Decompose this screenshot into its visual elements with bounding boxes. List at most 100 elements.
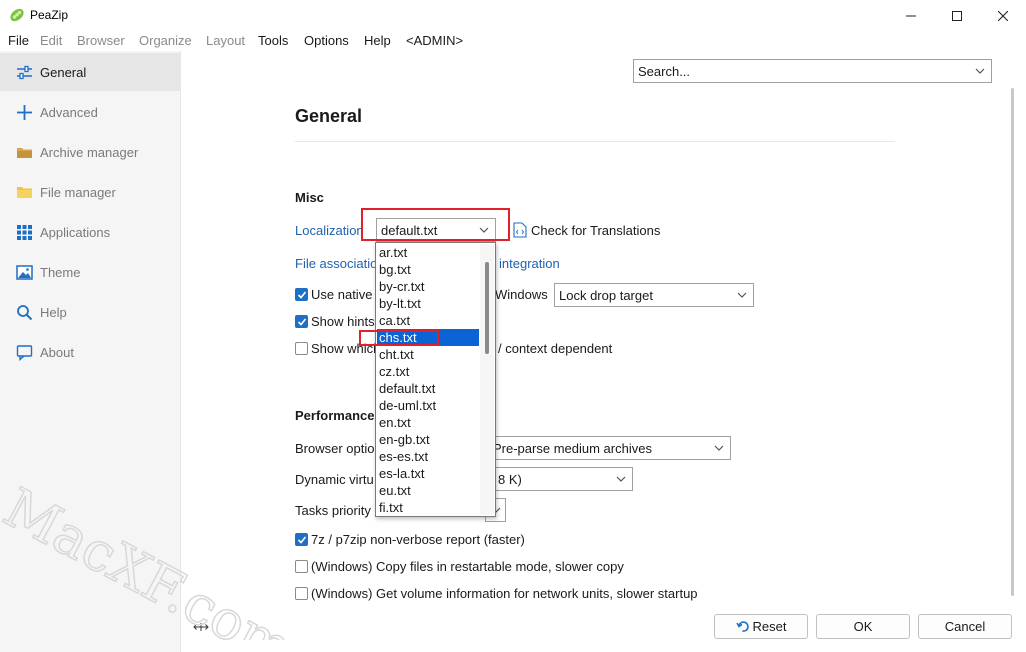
search-icon: [17, 305, 33, 321]
chevron-down-icon: [714, 445, 724, 451]
drop-target-value: Lock drop target: [559, 288, 653, 303]
minimize-icon: [906, 15, 916, 16]
list-item[interactable]: by-cr.txt: [377, 278, 479, 295]
file-associations-link[interactable]: File associatio: [295, 256, 377, 271]
checkmark-icon: [297, 318, 307, 326]
dynamic-virtual-select[interactable]: 8 K): [485, 467, 633, 491]
show-which-checkbox[interactable]: [295, 342, 308, 355]
sidebar-item-label: General: [40, 65, 87, 80]
list-item[interactable]: cz.txt: [377, 363, 479, 380]
list-item[interactable]: ar.txt: [377, 244, 479, 261]
ok-button[interactable]: OK: [816, 614, 910, 639]
show-hints-checkbox[interactable]: [295, 315, 308, 328]
plus-icon: [17, 105, 32, 120]
sidebar-item-label: Applications: [40, 225, 111, 240]
menu-edit[interactable]: Edit: [40, 33, 62, 48]
list-item[interactable]: cht.txt: [377, 346, 479, 363]
page-title: General: [295, 106, 363, 126]
section-performances: Performances: [295, 408, 382, 423]
dropdown-scrollbar[interactable]: [480, 244, 494, 515]
sidebar-item-theme[interactable]: Theme: [0, 253, 181, 291]
drop-target-select[interactable]: Lock drop target: [554, 283, 754, 307]
list-item[interactable]: en-gb.txt: [377, 431, 479, 448]
menu-tools[interactable]: Tools: [258, 33, 288, 48]
check-translations-link[interactable]: Check for Translations: [531, 223, 660, 238]
list-item[interactable]: bg.txt: [377, 261, 479, 278]
chevron-down-icon: [975, 68, 985, 74]
sidebar-item-general[interactable]: General: [0, 53, 181, 91]
grid-icon: [17, 225, 32, 240]
use-native-label: Use native: [311, 287, 373, 302]
close-button[interactable]: [980, 0, 1026, 31]
sidebar-item-label: Archive manager: [40, 145, 139, 160]
sidebar-item-about[interactable]: About: [0, 333, 181, 371]
watermark-text: MacXF.com: [0, 476, 303, 640]
highlight-box-item: [359, 330, 439, 346]
scrollbar-thumb[interactable]: [1011, 88, 1014, 596]
image-icon: [16, 265, 33, 280]
divider: [295, 141, 895, 142]
browser-options-select[interactable]: Pre-parse medium archives: [485, 436, 731, 460]
restartable-label: (Windows) Copy files in restartable mode…: [311, 559, 624, 574]
use-native-checkbox[interactable]: [295, 288, 308, 301]
list-item[interactable]: es-es.txt: [377, 448, 479, 465]
sidebar-item-label: Theme: [40, 265, 81, 280]
folder-icon: [17, 187, 32, 198]
menu-options[interactable]: Options: [304, 33, 349, 48]
search-input[interactable]: Search...: [638, 64, 690, 79]
menu-browser[interactable]: Browser: [77, 33, 125, 48]
context-dependent-label: / context dependent: [498, 341, 613, 356]
list-item[interactable]: eu.txt: [377, 482, 479, 499]
browser-options-value: Pre-parse medium archives: [493, 441, 652, 456]
list-item[interactable]: de-uml.txt: [377, 397, 479, 414]
sidebar-item-applications[interactable]: Applications: [0, 213, 181, 251]
list-item[interactable]: default.txt: [377, 380, 479, 397]
sidebar-item-file-manager[interactable]: File manager: [0, 173, 181, 211]
cancel-button[interactable]: Cancel: [918, 614, 1012, 639]
maximize-icon: [952, 10, 962, 21]
chevron-down-icon: [616, 476, 626, 482]
document-code-icon: [513, 222, 527, 238]
list-item[interactable]: en.txt: [377, 414, 479, 431]
integration-link[interactable]: integration: [499, 256, 560, 271]
peazip-logo-icon: [10, 8, 24, 22]
minimize-button[interactable]: [888, 0, 934, 31]
menu-file[interactable]: File: [8, 33, 29, 48]
menu-organize[interactable]: Organize: [139, 33, 192, 48]
list-item[interactable]: by-lt.txt: [377, 295, 479, 312]
list-item[interactable]: fi.txt: [377, 499, 479, 516]
sidebar-item-archive-manager[interactable]: Archive manager: [0, 133, 181, 171]
maximize-button[interactable]: [934, 0, 980, 31]
browser-options-label: Browser optio: [295, 441, 375, 456]
dynamic-virtual-value: 8 K): [498, 472, 522, 487]
title-bar: PeaZip: [0, 0, 1026, 31]
localization-dropdown-list[interactable]: ar.txt bg.txt by-cr.txt by-lt.txt ca.txt…: [375, 242, 496, 517]
sidebar-item-label: File manager: [40, 185, 116, 200]
search-combo[interactable]: Search...: [633, 59, 992, 83]
highlight-box: [361, 208, 510, 241]
chat-icon: [16, 345, 33, 361]
chevron-down-icon: [737, 292, 747, 298]
window-title: PeaZip: [30, 8, 69, 22]
nonverbose-label: 7z / p7zip non-verbose report (faster): [311, 532, 525, 547]
menu-layout[interactable]: Layout: [206, 33, 245, 48]
list-item[interactable]: es-la.txt: [377, 465, 479, 482]
sidebar-item-label: Advanced: [40, 105, 98, 120]
menu-help[interactable]: Help: [364, 33, 391, 48]
archive-folder-icon: [17, 148, 32, 158]
menu-admin[interactable]: <ADMIN>: [406, 33, 463, 48]
section-misc: Misc: [295, 190, 324, 205]
sidebar-item-help[interactable]: Help: [0, 293, 181, 331]
localization-link[interactable]: Localization: [295, 223, 364, 238]
sidebar-item-advanced[interactable]: Advanced: [0, 93, 181, 131]
list-item[interactable]: ca.txt: [377, 312, 479, 329]
content-scrollbar[interactable]: [1008, 88, 1017, 600]
scrollbar-thumb[interactable]: [485, 262, 489, 354]
undo-icon: [735, 621, 749, 632]
checkmark-icon: [297, 291, 307, 299]
watermark: MacXF.com: [0, 475, 304, 640]
close-icon: [998, 10, 1008, 21]
sidebar-item-label: Help: [40, 305, 67, 320]
volume-info-label: (Windows) Get volume information for net…: [311, 586, 698, 601]
reset-button[interactable]: Reset: [714, 614, 808, 639]
